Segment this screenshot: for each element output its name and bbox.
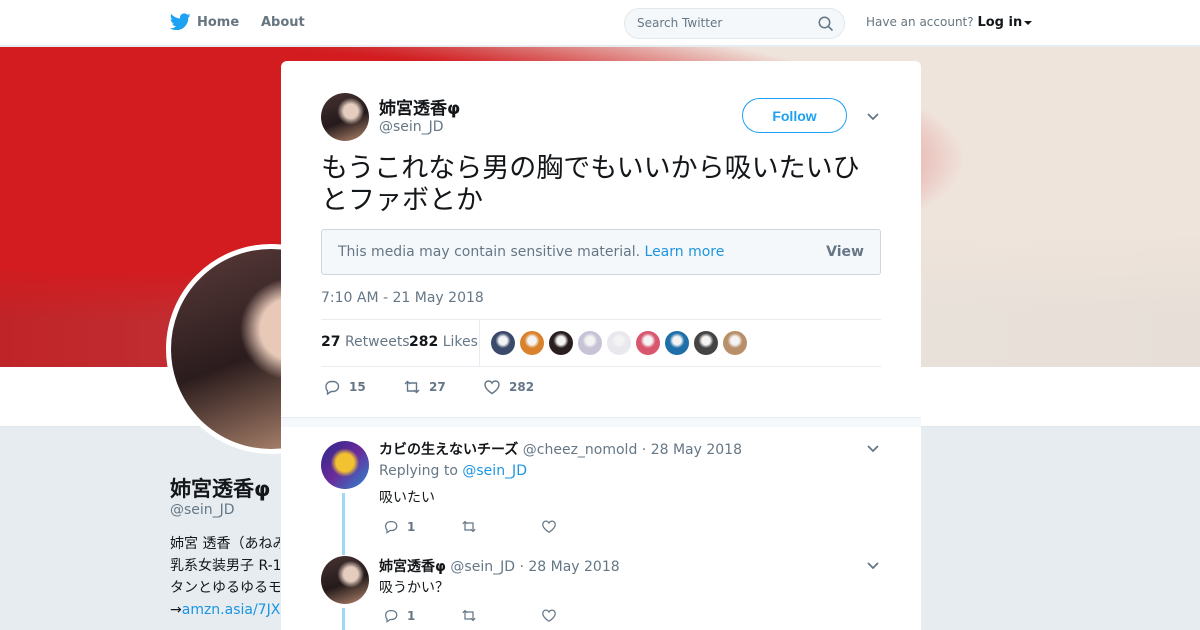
reply-action[interactable]: 1	[383, 608, 415, 623]
bio-link[interactable]: amzn.asia/7JXr	[182, 602, 280, 618]
reply-date[interactable]: · 28 May 2018	[519, 559, 619, 575]
retweet-action[interactable]: 27	[403, 379, 446, 395]
search-input[interactable]: Search Twitter	[624, 8, 845, 39]
replying-to: Replying to @sein_JD	[379, 463, 527, 479]
profile-handle: @sein_JD	[170, 502, 235, 518]
reply-count: 15	[349, 380, 366, 394]
tweet-author-handle[interactable]: @sein_JD	[379, 119, 444, 135]
heart-icon[interactable]	[541, 608, 557, 623]
liker-avatar[interactable]	[607, 331, 631, 355]
search-placeholder: Search Twitter	[637, 16, 723, 30]
bio-line: タンとゆるゆるモ	[170, 580, 280, 596]
follow-button[interactable]: Follow	[742, 98, 847, 133]
reply-action[interactable]: 1	[383, 519, 415, 534]
nav-home-link[interactable]: Home	[170, 13, 239, 31]
like-action[interactable]: 282	[483, 379, 534, 395]
nav-about-link[interactable]: About	[261, 15, 305, 30]
liker-avatar[interactable]	[665, 331, 689, 355]
nav-home-label: Home	[197, 14, 240, 30]
thread-connector	[342, 493, 345, 555]
reply-author-name[interactable]: カビの生えないチーズ	[379, 442, 518, 458]
retweet-icon[interactable]	[461, 608, 477, 623]
sensitive-media-notice: This media may contain sensitive materia…	[321, 229, 881, 275]
reply-author-handle[interactable]: @sein_JD	[450, 559, 515, 575]
reply-header: カビの生えないチーズ @cheez_nomold · 28 May 2018	[379, 439, 742, 459]
reply-count: 1	[407, 608, 416, 623]
reply-author-handle[interactable]: @cheez_nomold	[523, 442, 638, 458]
reply-tweet[interactable]: カビの生えないチーズ @cheez_nomold · 28 May 2018 R…	[281, 439, 921, 557]
search-icon[interactable]	[818, 16, 834, 32]
thread-connector	[342, 608, 345, 630]
reply-icon[interactable]	[383, 519, 399, 534]
replying-to-handle[interactable]: @sein_JD	[462, 463, 527, 479]
account-prompt: Have an account? Log in	[866, 15, 1033, 30]
reply-header: 姉宮透香φ @sein_JD · 28 May 2018	[379, 556, 620, 576]
reply-author-name[interactable]: 姉宮透香φ	[379, 559, 446, 575]
profile-name: 姉宮透香φ	[170, 477, 271, 501]
retweets-count: 27	[321, 334, 341, 350]
likes-stat[interactable]: 282 Likes	[409, 334, 478, 350]
likes-count: 282	[409, 334, 439, 350]
like-action[interactable]	[541, 608, 557, 623]
replies-separator	[281, 417, 921, 427]
tweet-timestamp[interactable]: 7:10 AM - 21 May 2018	[321, 290, 484, 306]
chevron-down-icon[interactable]	[866, 444, 880, 454]
retweet-icon[interactable]	[461, 519, 477, 534]
retweet-count: 27	[429, 380, 446, 394]
reply-author-avatar[interactable]	[321, 441, 369, 489]
retweets-stat[interactable]: 27 Retweets	[321, 334, 410, 350]
liker-avatar[interactable]	[636, 331, 660, 355]
bio-line: 乳系女装男子 R-1	[170, 558, 280, 574]
likes-label: Likes	[442, 334, 478, 350]
reply-text: 吸いたい	[379, 490, 435, 506]
reply-tweet[interactable]: 姉宮透香φ @sein_JD · 28 May 2018 吸うかい？ 1	[281, 556, 921, 630]
chevron-down-icon[interactable]	[1024, 20, 1033, 25]
retweet-action[interactable]	[461, 519, 477, 534]
retweet-icon[interactable]	[403, 379, 421, 395]
liker-avatar[interactable]	[578, 331, 602, 355]
heart-icon[interactable]	[541, 519, 557, 534]
bio-link-line: →amzn.asia/7JXr	[170, 599, 280, 621]
tweet-author-avatar[interactable]	[321, 93, 369, 141]
reply-author-avatar[interactable]	[321, 556, 369, 604]
liker-avatar[interactable]	[520, 331, 544, 355]
heart-icon[interactable]	[483, 379, 501, 395]
tweet-author-name[interactable]: 姉宮透香φ	[379, 94, 460, 119]
tweet-modal: 姉宮透香φ @sein_JD Follow もうこれなら男の胸でもいいから吸いた…	[281, 61, 921, 630]
sensitive-message: This media may contain sensitive materia…	[338, 244, 724, 260]
reply-count: 1	[407, 519, 416, 534]
retweets-label: Retweets	[344, 334, 410, 350]
likers-avatars	[491, 331, 747, 355]
chevron-down-icon[interactable]	[866, 561, 880, 571]
liker-avatar[interactable]	[491, 331, 515, 355]
like-action[interactable]	[541, 519, 557, 534]
like-count: 282	[509, 380, 535, 394]
reply-icon[interactable]	[383, 608, 399, 623]
bio-link-prefix: →	[170, 602, 182, 618]
top-navigation-bar: Home About Search Twitter Have an accoun…	[0, 0, 1200, 46]
profile-bio: 姉宮 透香（あねみ 乳系女装男子 R-1 タンとゆるゆるモ →amzn.asia…	[170, 533, 280, 621]
stats-divider	[479, 320, 480, 366]
reply-text: 吸うかい？	[379, 580, 449, 596]
reply-action[interactable]: 15	[323, 379, 366, 395]
account-prompt-text: Have an account?	[866, 15, 974, 29]
learn-more-link[interactable]: Learn more	[645, 244, 725, 260]
chevron-down-icon[interactable]	[866, 112, 880, 122]
view-button[interactable]: View	[826, 244, 864, 260]
liker-avatar[interactable]	[723, 331, 747, 355]
replying-to-prefix: Replying to	[379, 463, 458, 479]
tweet-text: もうこれなら男の胸でもいいから吸いたいひとファボとか	[321, 153, 860, 216]
twitter-bird-icon	[170, 13, 191, 31]
liker-avatar[interactable]	[694, 331, 718, 355]
reply-date[interactable]: · 28 May 2018	[642, 442, 742, 458]
reply-icon[interactable]	[323, 379, 341, 395]
retweet-action[interactable]	[461, 608, 477, 623]
liker-avatar[interactable]	[549, 331, 573, 355]
login-link[interactable]: Log in	[977, 15, 1022, 30]
close-icon[interactable]	[1156, 14, 1176, 34]
tweet-stats: 27 Retweets 282 Likes	[321, 319, 881, 367]
sensitive-message-text: This media may contain sensitive materia…	[338, 244, 641, 260]
bio-line: 姉宮 透香（あねみ	[170, 536, 280, 552]
